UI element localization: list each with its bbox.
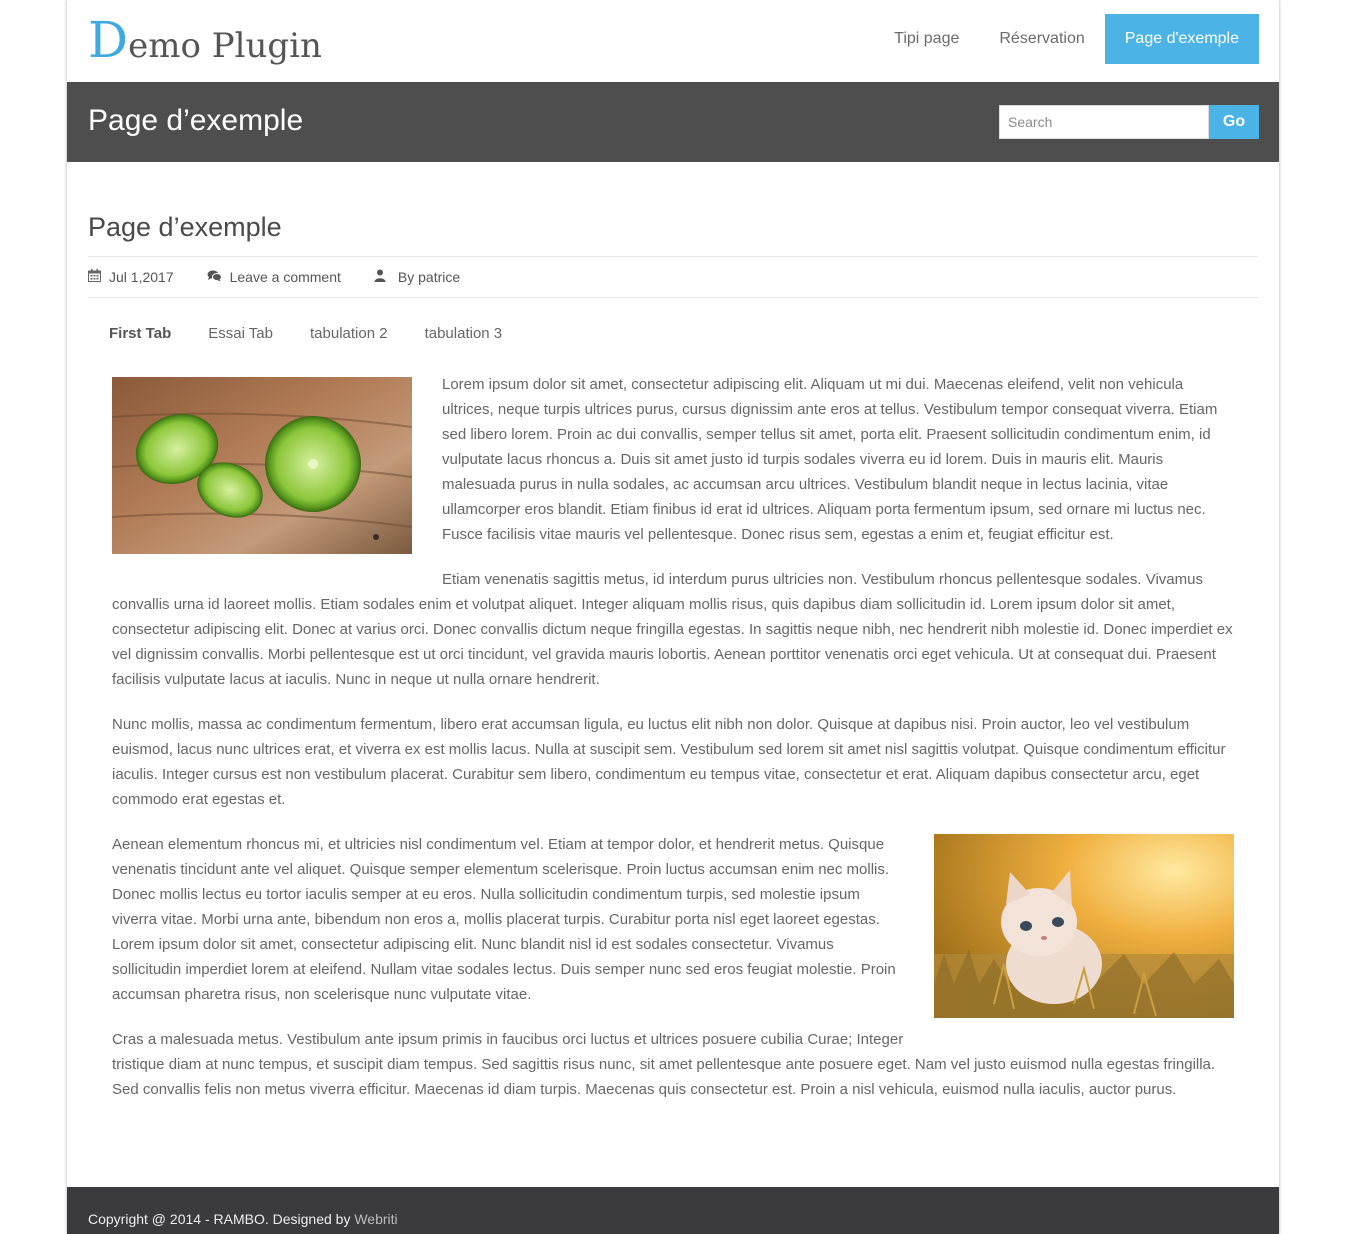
copyright-text: Copyright @ 2014 - RAMBO. Designed by (88, 1211, 355, 1227)
nav-item-tipi-page[interactable]: Tipi page (874, 14, 979, 64)
main-nav: Tipi page Réservation Page d'exemple (874, 14, 1259, 64)
leave-comment-link[interactable]: Leave a comment (230, 269, 341, 285)
limes-image (112, 377, 412, 554)
site-header: Demo Plugin Tipi page Réservation Page d… (67, 0, 1279, 82)
post-tabs: First Tab Essai Tab tabulation 2 tabulat… (88, 322, 518, 346)
paragraph-5: Cras a malesuada metus. Vestibulum ante … (112, 1031, 1216, 1098)
page-wrapper: Demo Plugin Tipi page Réservation Page d… (67, 0, 1279, 1234)
search-form: Go (999, 105, 1259, 139)
post-meta: Jul 1,2017 Leave a comment By patrice (88, 256, 1258, 298)
nav-item-page-exemple[interactable]: Page d'exemple (1104, 14, 1259, 64)
footer-copyright: Copyright @ 2014 - RAMBO. Designed by We… (88, 1211, 398, 1227)
post-title: Page d’exemple (88, 212, 282, 242)
post-author: By patrice (374, 269, 460, 285)
logo-text: emo Plugin (128, 26, 322, 66)
page-title: Page d’exemple (88, 104, 304, 137)
post-date-text: Jul 1,2017 (109, 269, 174, 285)
tab-panel-content: Lorem ipsum dolor sit amet, consectetur … (112, 372, 1234, 1122)
designer-link[interactable]: Webriti (354, 1211, 397, 1227)
post-comment[interactable]: Leave a comment (207, 269, 341, 285)
post-author-text: By patrice (397, 269, 461, 285)
calendar-icon (88, 269, 101, 285)
comments-icon (207, 270, 222, 285)
tab-tabulation-2[interactable]: tabulation 2 (289, 322, 404, 346)
site-footer: Copyright @ 2014 - RAMBO. Designed by We… (67, 1187, 1279, 1234)
search-input[interactable] (999, 105, 1209, 139)
search-go-button[interactable]: Go (1209, 105, 1259, 139)
tab-first-tab[interactable]: First Tab (88, 322, 187, 346)
paragraph-3: Nunc mollis, massa ac condimentum fermen… (112, 716, 1226, 808)
kitten-image (934, 834, 1234, 1018)
page-title-bar: Page d’exemple Go (67, 82, 1279, 162)
user-icon (374, 269, 386, 285)
post-date: Jul 1,2017 (88, 269, 174, 285)
nav-item-reservation[interactable]: Réservation (979, 14, 1104, 64)
site-logo[interactable]: Demo Plugin (88, 12, 322, 74)
tab-tabulation-3[interactable]: tabulation 3 (404, 322, 519, 346)
logo-initial: D (88, 11, 129, 69)
tab-essai-tab[interactable]: Essai Tab (187, 322, 289, 346)
paragraph-2: Etiam venenatis sagittis metus, id inter… (112, 571, 1233, 688)
